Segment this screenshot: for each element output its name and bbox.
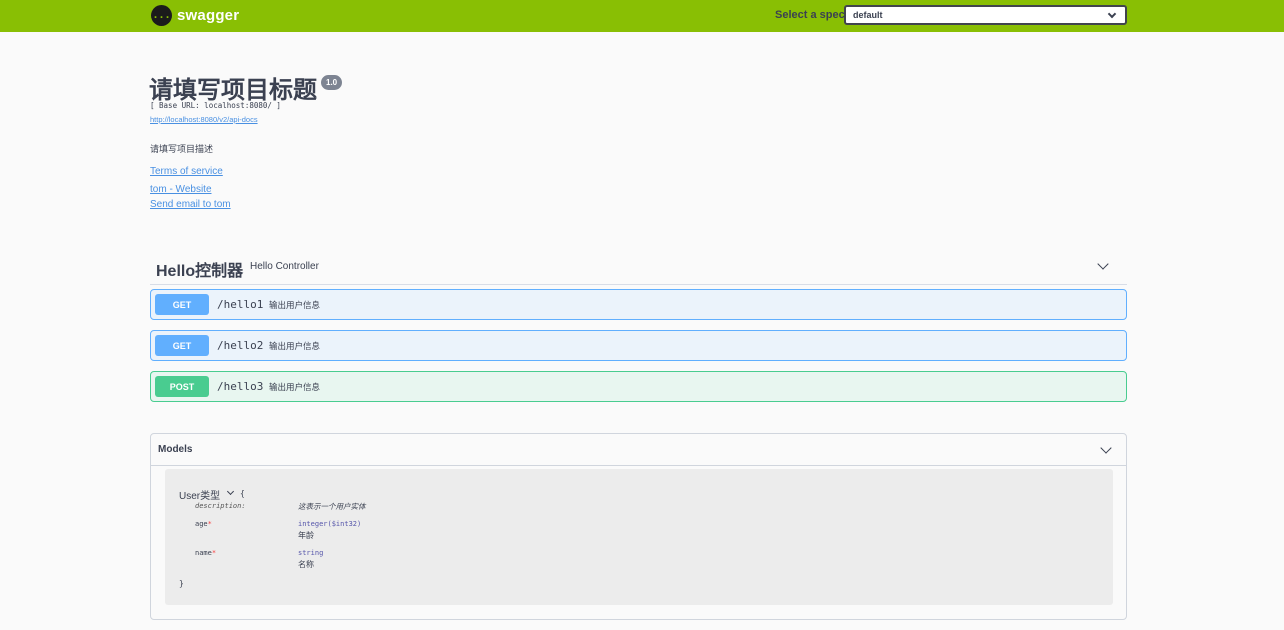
property-age: age* <box>195 520 212 528</box>
swagger-logo[interactable]: {...} swagger <box>146 5 240 26</box>
chevron-down-icon[interactable] <box>1100 442 1112 454</box>
model-description-value: 这表示一个用户实体 <box>298 502 366 511</box>
swagger-logo-text: swagger <box>177 7 240 24</box>
property-name: name* <box>195 549 217 557</box>
tag-description: Hello Controller <box>250 261 319 272</box>
api-description: 请填写项目描述 <box>150 144 214 154</box>
model-description-key: description: <box>195 502 246 510</box>
models-title: Models <box>158 444 193 455</box>
operation-summary: 输出用户信息 <box>269 382 321 392</box>
chevron-down-icon <box>1107 9 1117 19</box>
chevron-down-icon[interactable] <box>1097 258 1109 270</box>
method-badge: GET <box>155 294 209 315</box>
tag-section-header[interactable]: Hello控制器 Hello Controller <box>150 250 1127 285</box>
api-docs-link[interactable]: http://localhost:8080/v2/api-docs <box>150 115 258 124</box>
model-user: User类型 { description: 这表示一个用户实体 age* int… <box>165 469 1113 605</box>
property-age-type: integer($int32) <box>298 520 362 528</box>
version-badge: 1.0 <box>321 75 343 90</box>
property-name-type: string <box>298 549 324 557</box>
base-url: [ Base URL: localhost:8080/ ] <box>150 101 281 110</box>
models-header[interactable]: Models <box>151 434 1126 466</box>
chevron-down-icon[interactable] <box>226 487 235 496</box>
swagger-logo-icon: {...} <box>146 5 177 26</box>
spec-select-value: default <box>853 10 883 20</box>
operation-get-hello1[interactable]: GET /hello1 输出用户信息 <box>150 289 1127 320</box>
operation-get-hello2[interactable]: GET /hello2 输出用户信息 <box>150 330 1127 361</box>
method-badge: GET <box>155 335 209 356</box>
tag-name: Hello控制器 <box>156 263 244 280</box>
operation-path: /hello3 <box>217 380 264 393</box>
models-section: Models User类型 { description: 这表示一个用户实体 a… <box>150 433 1127 620</box>
operation-path: /hello2 <box>217 339 264 352</box>
operation-summary: 输出用户信息 <box>269 341 321 351</box>
spec-select-label: Select a spec <box>775 9 845 21</box>
model-close-brace: } <box>179 579 184 588</box>
page-title: 请填写项目标题 <box>149 77 317 104</box>
operation-path: /hello1 <box>217 298 264 311</box>
api-title: 请填写项目标题 1.0 <box>149 70 343 105</box>
operation-summary: 输出用户信息 <box>269 300 321 310</box>
model-name[interactable]: User类型 <box>179 487 220 502</box>
website-link[interactable]: tom - Website <box>150 184 212 195</box>
method-badge: POST <box>155 376 209 397</box>
property-age-description: 年龄 <box>298 531 314 540</box>
property-name-description: 名称 <box>298 560 314 569</box>
topbar: {...} swagger Select a spec default <box>0 0 1284 32</box>
terms-of-service-link[interactable]: Terms of service <box>150 166 223 177</box>
model-open-brace: { <box>240 489 245 498</box>
spec-select[interactable]: default <box>844 5 1127 25</box>
operation-post-hello3[interactable]: POST /hello3 输出用户信息 <box>150 371 1127 402</box>
email-link[interactable]: Send email to tom <box>150 199 231 210</box>
